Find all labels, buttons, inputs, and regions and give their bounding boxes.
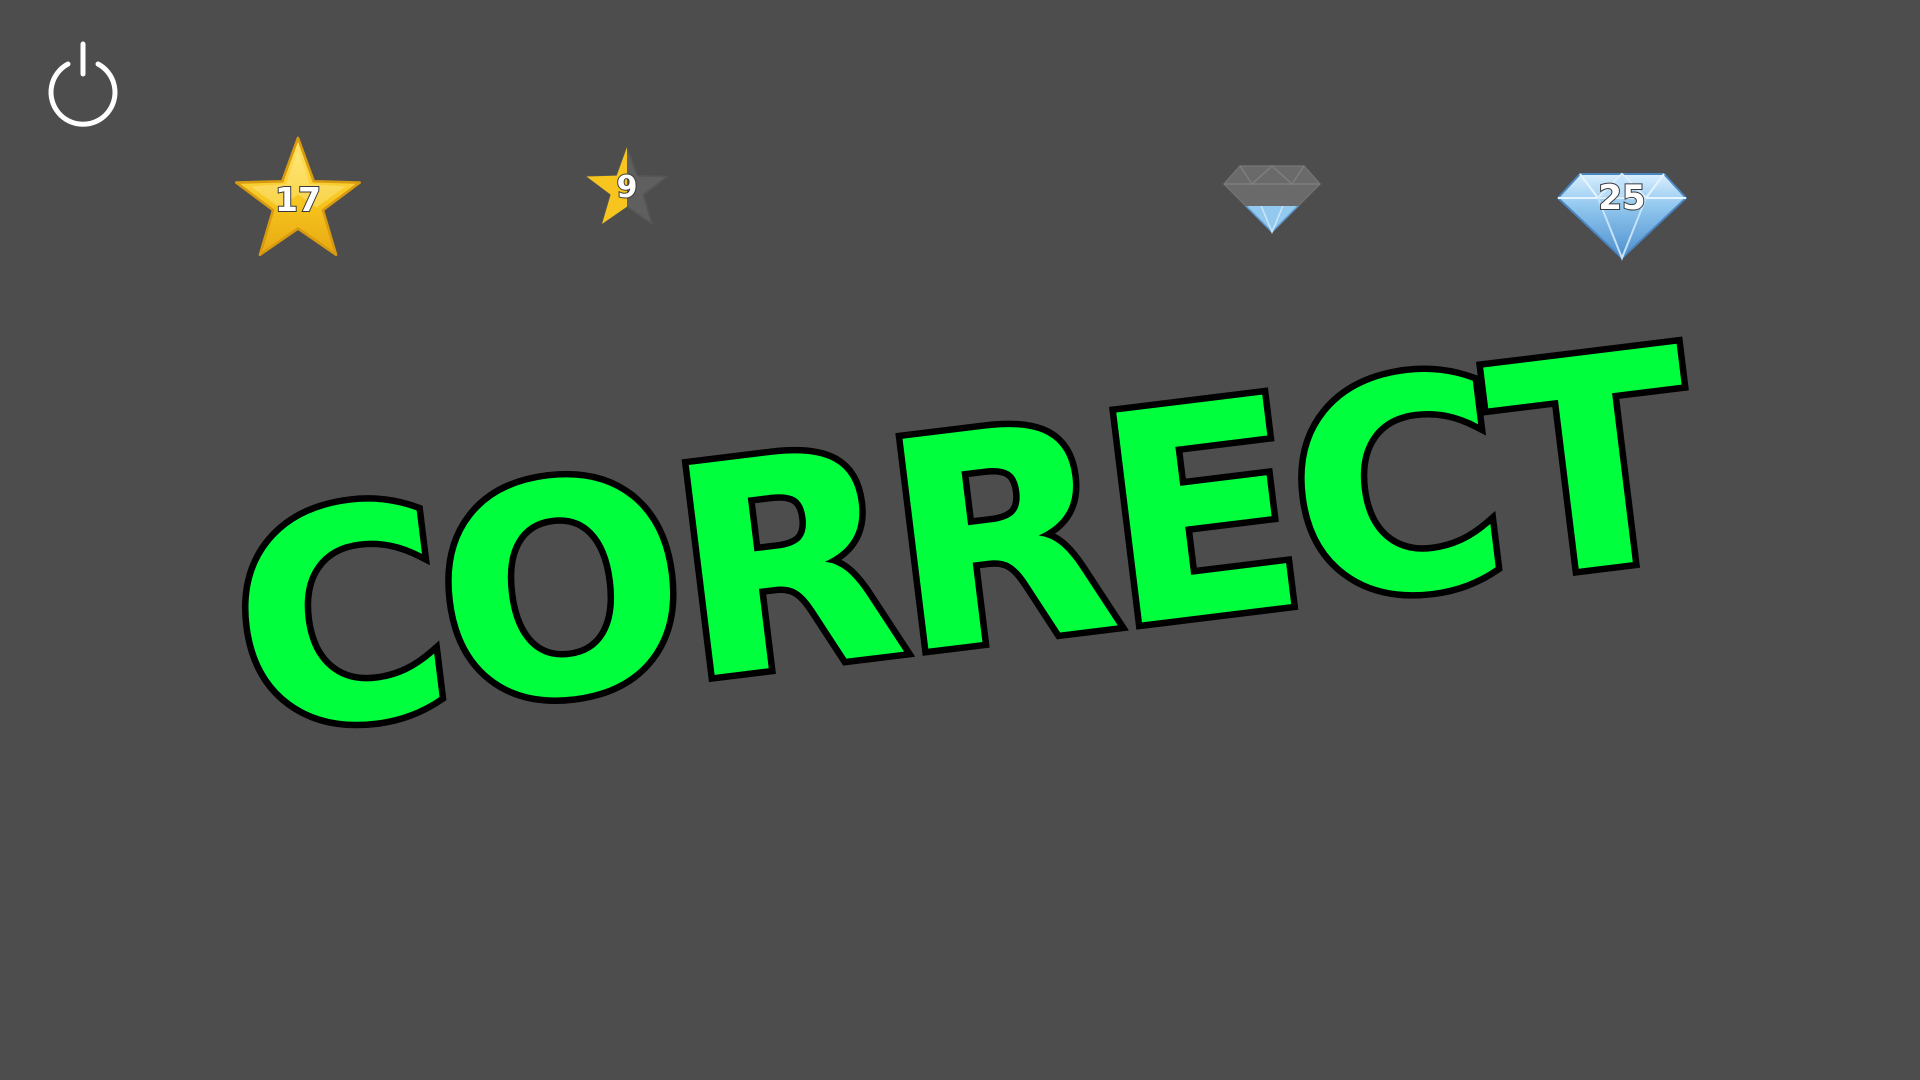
gem-progress [1222,164,1322,234]
gem-count-value: 25 [1597,177,1646,219]
star-progress: 9 [584,144,670,228]
gem-count: 25 [1556,170,1688,261]
power-icon [48,41,118,127]
diamond-progress-icon [1222,164,1322,234]
power-button[interactable] [44,40,122,128]
result-banner: CORRECT [209,282,1711,807]
star-progress-value: 9 [616,169,639,206]
star-count-value: 17 [274,179,322,220]
star-count: 17 [232,134,364,260]
